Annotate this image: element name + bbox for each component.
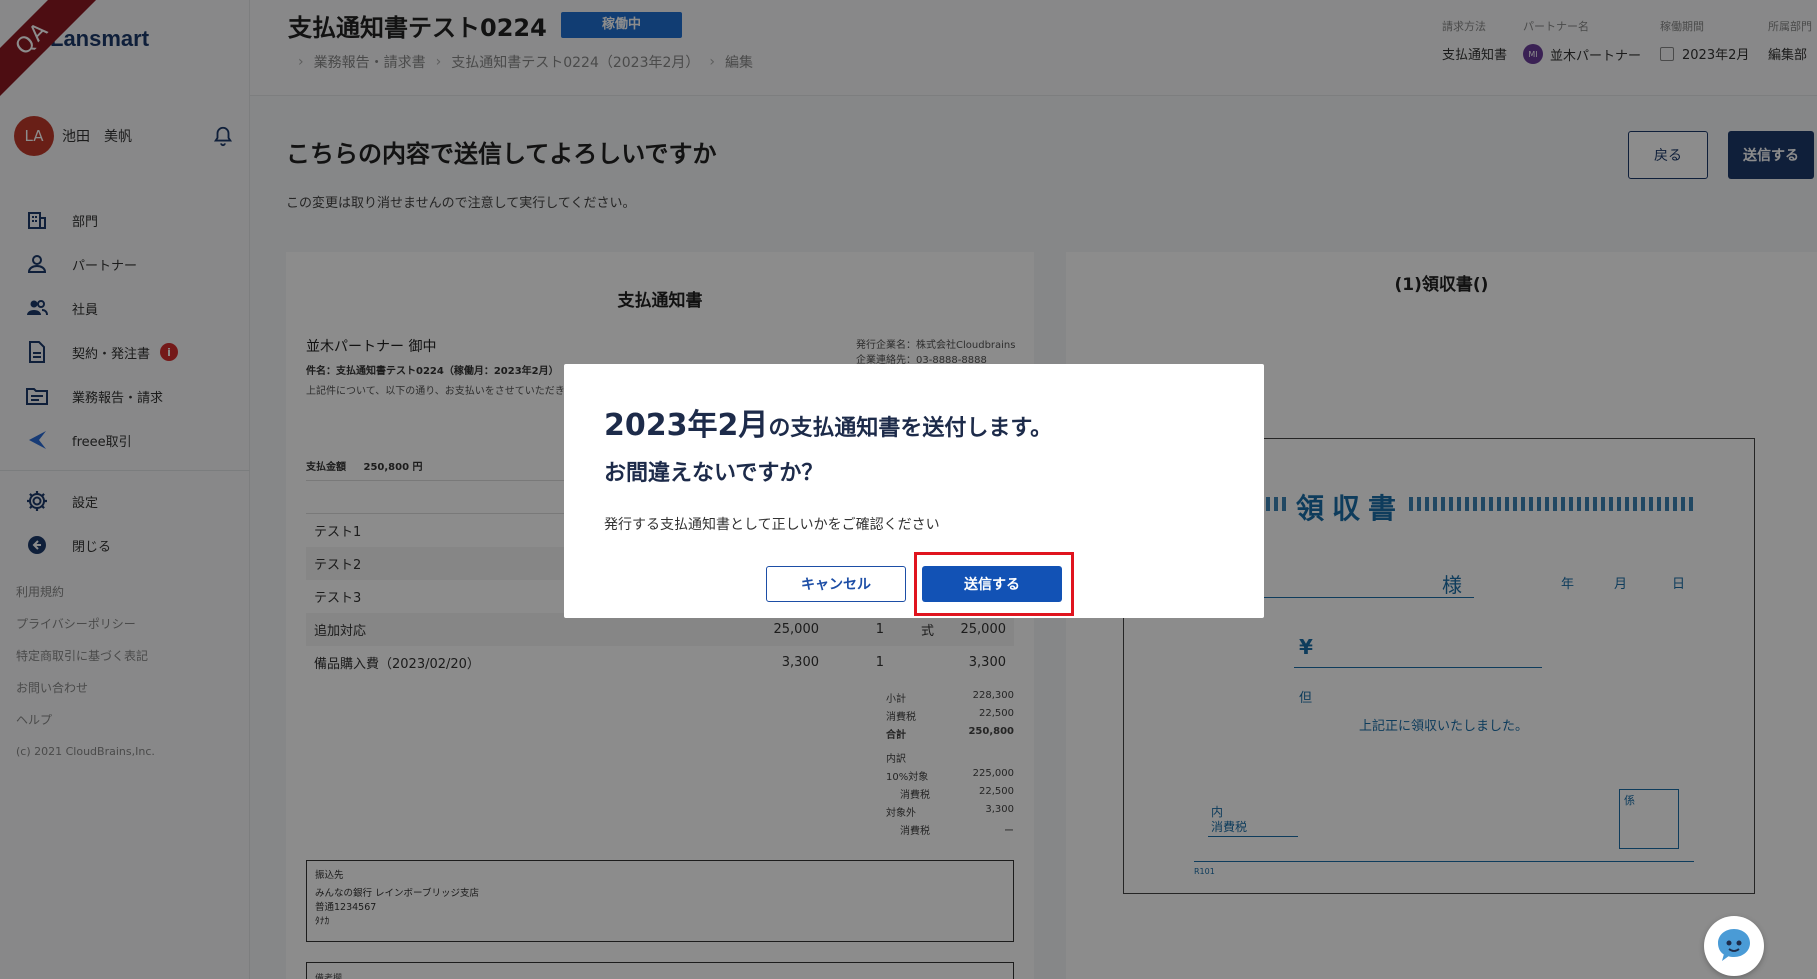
confirm-dialog: 2023年2月の支払通知書を送付します。 お間違えないですか？ 発行する支払通知… (564, 364, 1264, 618)
chatbot-icon (1718, 929, 1750, 961)
cancel-button[interactable]: キャンセル (766, 566, 906, 602)
confirm-send-button[interactable]: 送信する (922, 566, 1062, 602)
dialog-title-month: 2023年2月 (604, 408, 769, 443)
chat-support-button[interactable] (1704, 916, 1764, 976)
dialog-title-question: お間違えないですか？ (604, 461, 824, 486)
dialog-subtitle: 発行する支払通知書として正しいかをご確認ください (604, 517, 940, 533)
dialog-title-rest: の支払通知書を送付します。 (768, 416, 1053, 441)
dialog-title: 2023年2月の支払通知書を送付します。 お間違えないですか？ (604, 404, 1052, 497)
